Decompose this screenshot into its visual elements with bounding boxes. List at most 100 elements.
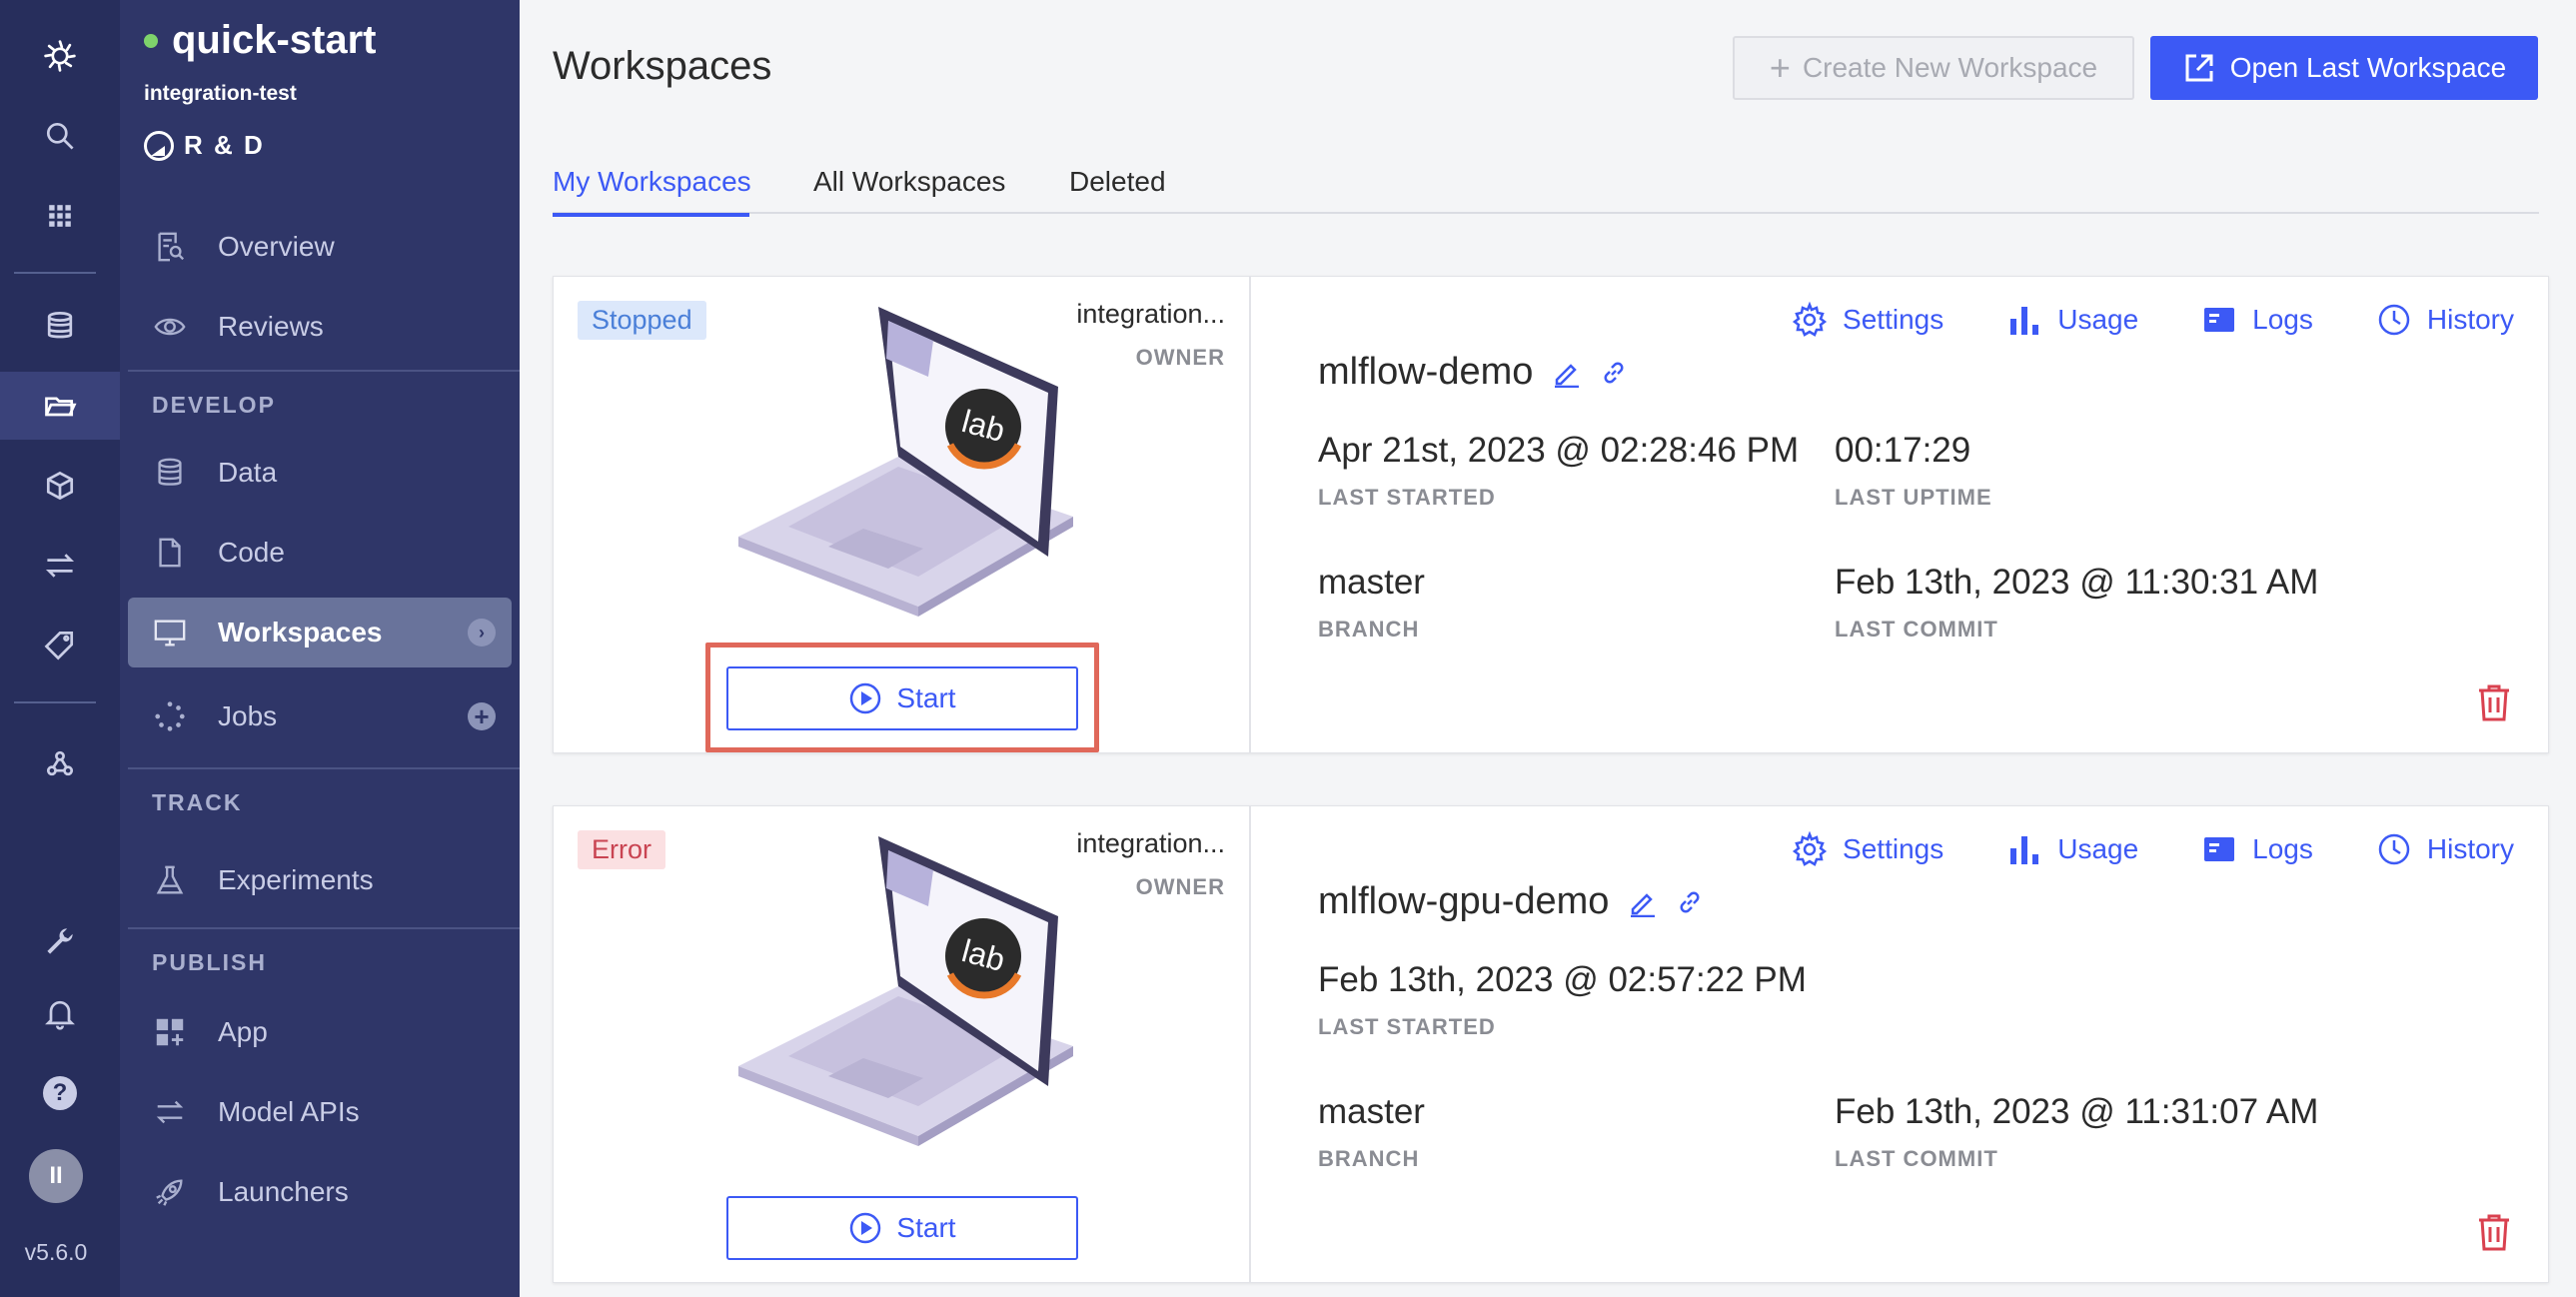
swap-arrows-icon[interactable] <box>0 538 120 594</box>
rail-divider <box>14 701 96 703</box>
search-icon[interactable] <box>0 108 120 164</box>
sidebar-item-data[interactable]: Data <box>128 438 512 508</box>
sidebar-divider <box>128 370 520 372</box>
owner-label: OWNER <box>1135 345 1225 370</box>
workspace-tabs: My Workspaces All Workspaces Deleted <box>553 160 2539 217</box>
link-icon[interactable] <box>1675 887 1705 917</box>
flask-icon <box>152 862 188 898</box>
document-search-icon <box>152 229 188 265</box>
workspace-actions: Settings Usage Logs History <box>1791 301 2514 339</box>
jupyterlab-laptop-illustration: lab <box>738 836 1073 1146</box>
last-started-value: Apr 21st, 2023 @ 02:28:46 PM <box>1318 431 1800 470</box>
open-last-workspace-button[interactable]: Open Last Workspace <box>2150 36 2538 100</box>
trash-icon[interactable] <box>2476 1212 2512 1252</box>
swap-icon <box>152 1094 188 1130</box>
help-icon[interactable]: ? <box>0 1065 120 1121</box>
projects-folder-icon[interactable] <box>0 372 120 440</box>
apps-grid-icon[interactable] <box>0 188 120 244</box>
sidebar-item-overview[interactable]: Overview <box>128 212 512 282</box>
gear-icon <box>1792 301 1828 337</box>
settings-action[interactable]: Settings <box>1791 830 1943 868</box>
branch-label: BRANCH <box>1318 617 1420 642</box>
settings-action[interactable]: Settings <box>1791 301 1943 339</box>
play-circle-icon <box>850 1212 881 1244</box>
add-job-icon[interactable]: + <box>468 702 496 730</box>
jupyterlab-laptop-illustration: lab <box>738 307 1073 617</box>
history-action[interactable]: History <box>2375 830 2514 868</box>
branch-value: master <box>1318 563 1425 602</box>
avatar[interactable]: II <box>29 1149 83 1203</box>
sidebar-item-label: Launchers <box>218 1176 349 1207</box>
page-title: Workspaces <box>553 44 772 88</box>
logs-action[interactable]: Logs <box>2200 830 2313 868</box>
usage-action[interactable]: Usage <box>2005 830 2138 868</box>
tag-icon[interactable] <box>0 618 120 673</box>
usage-label: Usage <box>2057 304 2139 335</box>
workspace-card: Error integration... OWNER lab Start Set… <box>553 805 2549 1283</box>
start-button[interactable]: Start <box>726 1196 1078 1260</box>
settings-label: Settings <box>1843 304 1944 335</box>
workspace-title: mlflow-demo <box>1318 351 1629 394</box>
sidebar-item-model-apis[interactable]: Model APIs <box>128 1077 512 1147</box>
hub-icon[interactable] <box>0 735 120 791</box>
plus-icon: + <box>1769 47 1791 88</box>
project-title[interactable]: quick-start <box>144 18 377 63</box>
history-label: History <box>2426 833 2514 864</box>
open-last-workspace-label: Open Last Workspace <box>2229 52 2507 83</box>
app-grid-add-icon <box>152 1014 188 1050</box>
last-commit-value: Feb 13th, 2023 @ 11:31:07 AM <box>1835 1092 2319 1131</box>
sidebar-item-label: Data <box>218 457 278 488</box>
last-started-value: Feb 13th, 2023 @ 02:57:22 PM <box>1318 960 1807 999</box>
bar-chart-icon <box>2010 836 2039 864</box>
workspace-card-left: Error integration... OWNER lab Start <box>554 806 1251 1282</box>
eye-icon <box>152 309 188 345</box>
edit-pencil-icon[interactable] <box>1551 358 1581 388</box>
tab-label: My Workspaces <box>553 166 751 197</box>
project-owner[interactable]: integration-test <box>144 82 297 106</box>
workspace-title: mlflow-gpu-demo <box>1318 880 1705 923</box>
clock-icon <box>2378 304 2410 336</box>
external-link-icon <box>2185 54 2213 82</box>
sidebar-item-jobs[interactable]: Jobs + <box>128 681 512 751</box>
create-workspace-button[interactable]: + Create New Workspace <box>1733 36 2134 100</box>
link-icon[interactable] <box>1599 358 1629 388</box>
sidebar-item-experiments[interactable]: Experiments <box>128 845 512 915</box>
workspace-card-left: Stopped integration... OWNER lab Start <box>554 277 1251 752</box>
project-org[interactable]: R & D <box>144 130 265 161</box>
start-label: Start <box>896 1212 956 1243</box>
last-uptime-value: 00:17:29 <box>1835 431 1971 470</box>
wrench-icon[interactable] <box>0 913 120 969</box>
sidebar-item-workspaces[interactable]: Workspaces › <box>128 598 512 667</box>
edit-pencil-icon[interactable] <box>1627 887 1657 917</box>
rail-divider <box>14 272 96 274</box>
database-icon <box>152 455 188 491</box>
sidebar-item-label: Code <box>218 537 285 568</box>
logs-action[interactable]: Logs <box>2200 301 2313 339</box>
chevron-right-icon[interactable]: › <box>468 619 496 647</box>
sidebar-item-label: Reviews <box>218 311 324 342</box>
sidebar-item-reviews[interactable]: Reviews <box>128 292 512 362</box>
last-commit-label: LAST COMMIT <box>1835 617 1998 642</box>
cube-icon[interactable] <box>0 458 120 514</box>
org-icon <box>144 130 174 161</box>
database-icon[interactable] <box>0 298 120 354</box>
spinner-dots-icon <box>152 698 188 734</box>
sidebar-item-code[interactable]: Code <box>128 518 512 588</box>
section-develop: DEVELOP <box>152 392 276 418</box>
bell-icon[interactable] <box>0 985 120 1041</box>
tab-my-workspaces[interactable]: My Workspaces <box>553 166 751 217</box>
usage-action[interactable]: Usage <box>2005 301 2138 339</box>
logs-label: Logs <box>2252 833 2313 864</box>
history-action[interactable]: History <box>2375 301 2514 339</box>
sidebar-divider <box>128 767 520 769</box>
trash-icon[interactable] <box>2476 682 2512 722</box>
tab-deleted[interactable]: Deleted <box>1069 166 1166 198</box>
tab-all-workspaces[interactable]: All Workspaces <box>813 166 1005 198</box>
section-track: TRACK <box>152 789 243 815</box>
logo-icon[interactable] <box>0 22 120 90</box>
icon-rail: ? II v5.6.0 <box>0 0 120 1297</box>
sidebar-item-launchers[interactable]: Launchers <box>128 1157 512 1227</box>
sidebar-item-label: Overview <box>218 231 335 262</box>
status-dot-icon <box>144 33 158 48</box>
sidebar-item-app[interactable]: App <box>128 997 512 1067</box>
